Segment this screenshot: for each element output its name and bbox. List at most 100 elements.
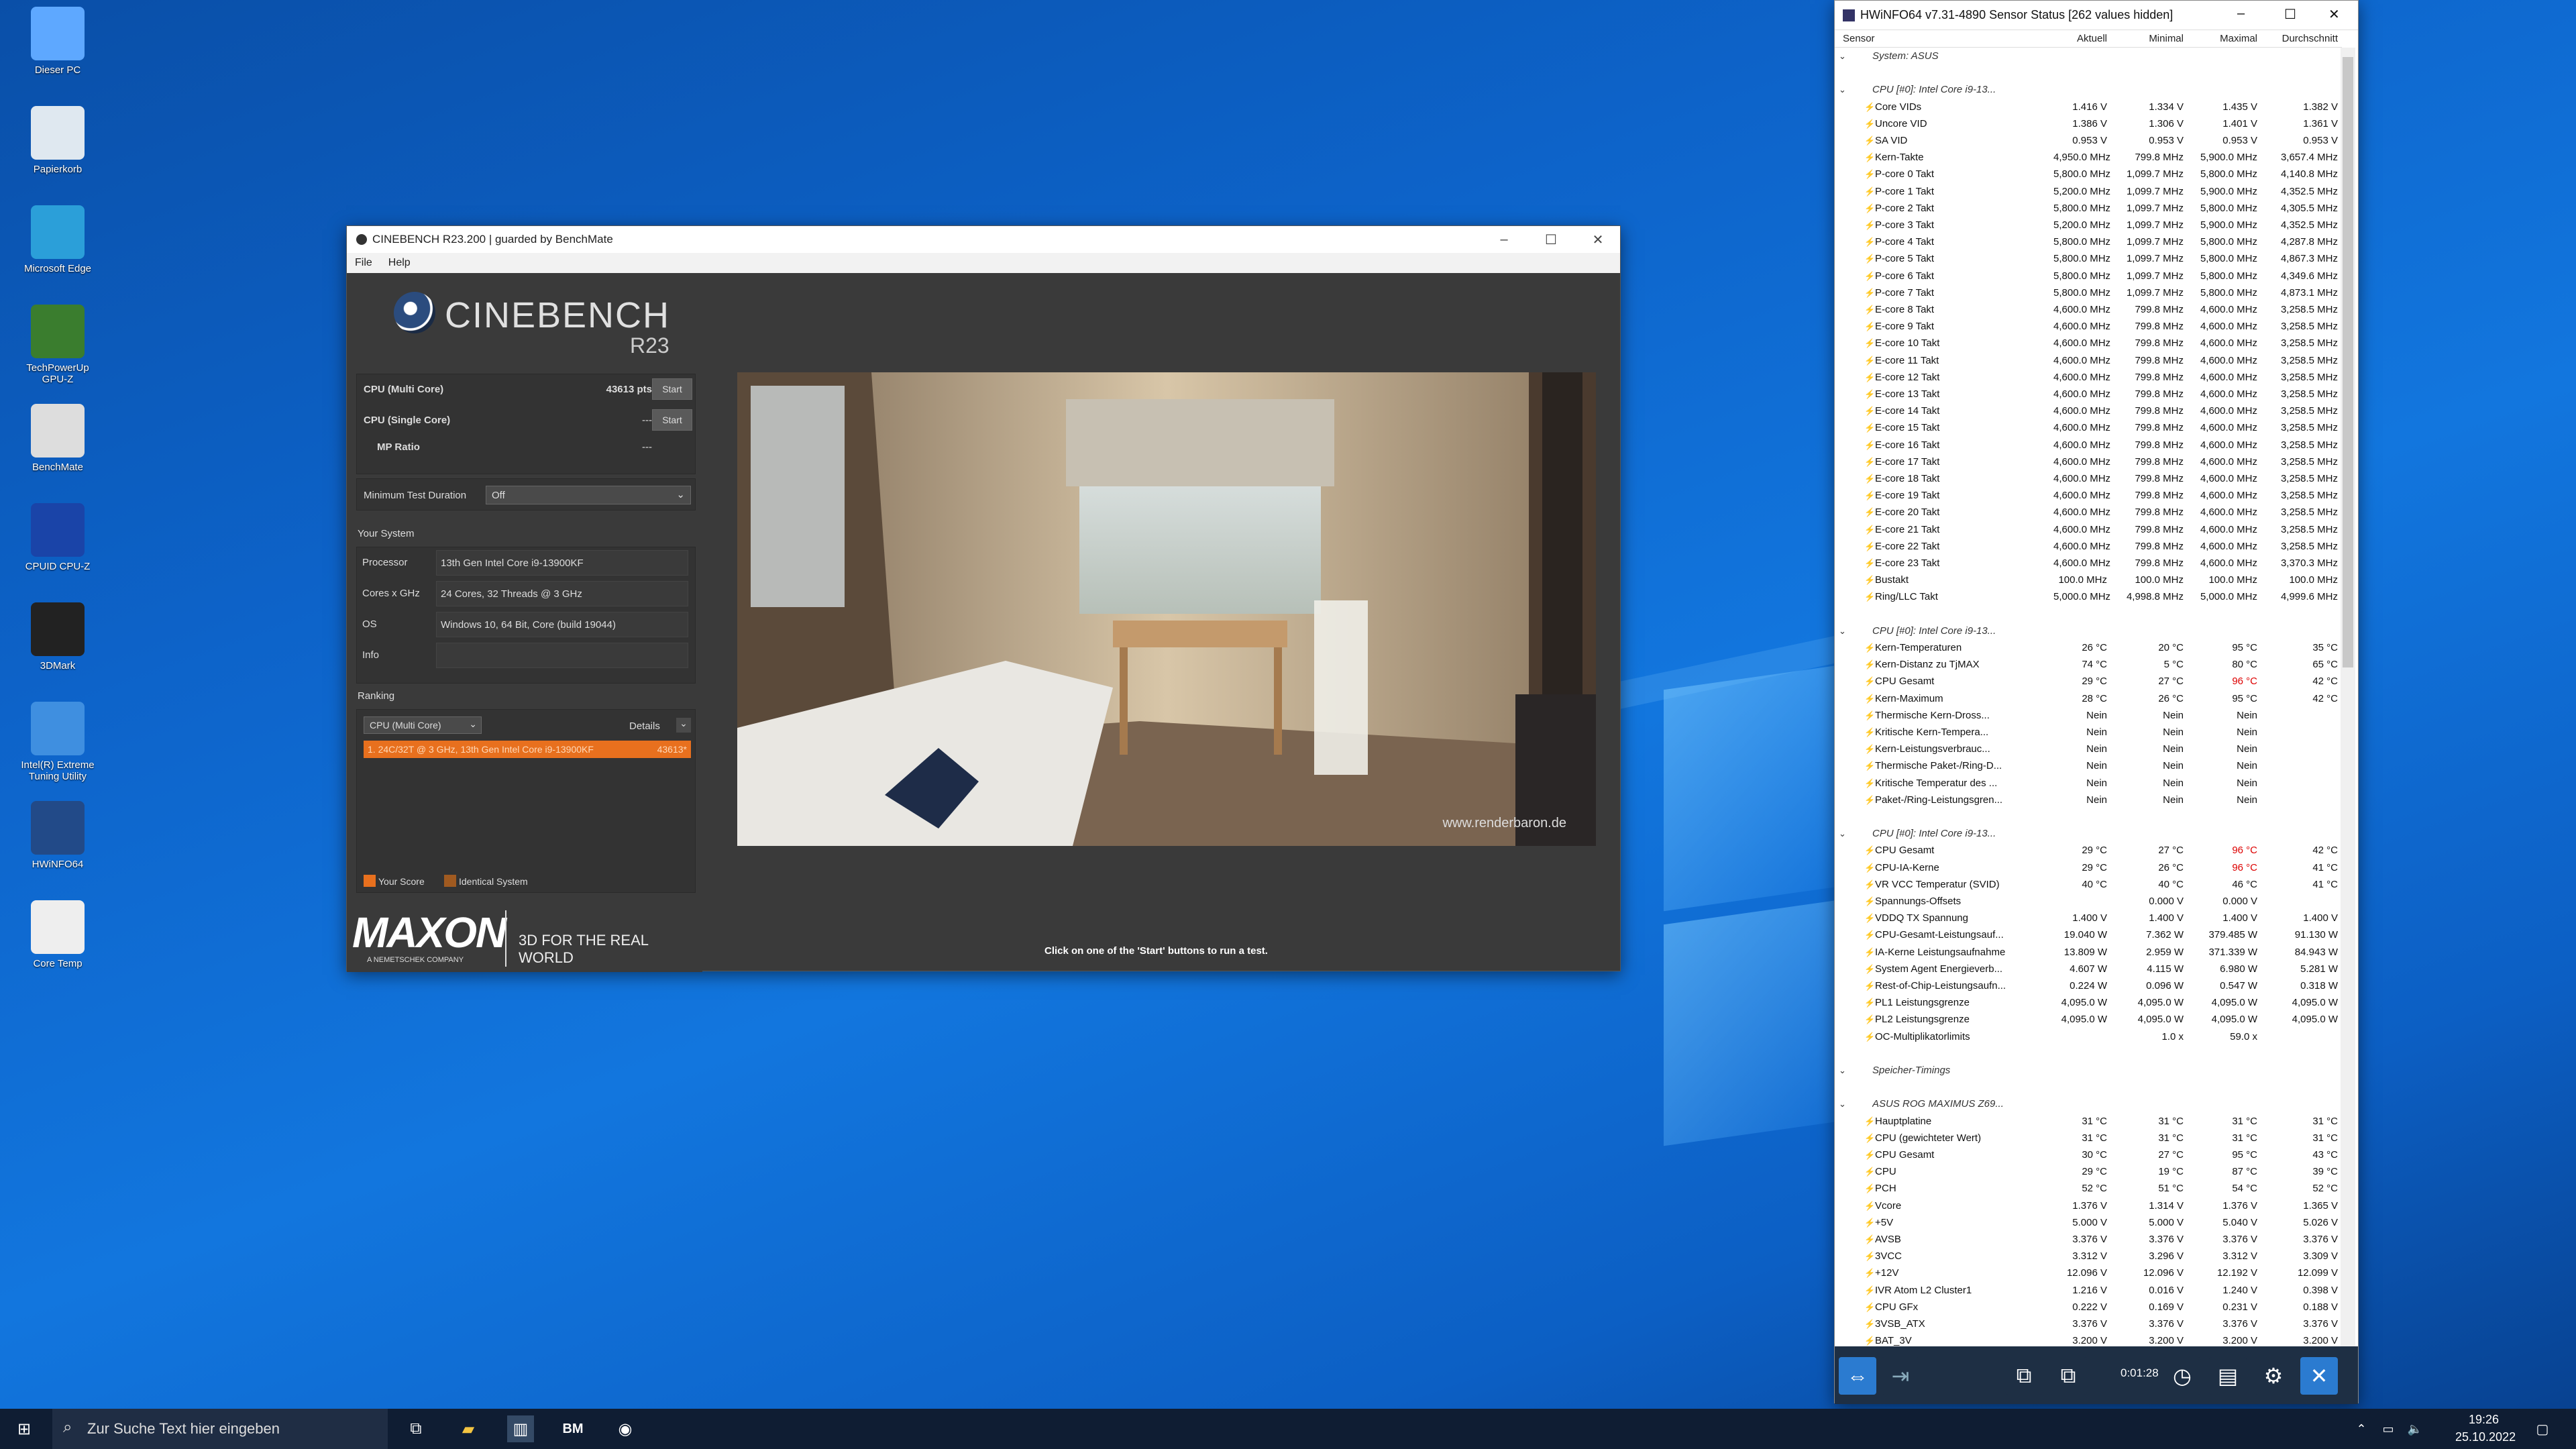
clock-time[interactable]: 19:26 <box>2469 1413 2499 1427</box>
sensor-row[interactable]: ⚡ AVSB 3.376 V 3.376 V 3.376 V 3.376 V <box>1835 1231 2342 1248</box>
sensor-row[interactable]: ⚡ E-core 22 Takt 4,600.0 MHz 799.8 MHz 4,600… <box>1835 538 2342 555</box>
desktop-icon[interactable]: Papierkorb <box>13 106 102 175</box>
system-value[interactable] <box>436 643 688 668</box>
sensor-row[interactable]: ⚡ VR VCC Temperatur (SVID) 40 °C 40 °C 46 °C… <box>1835 876 2342 893</box>
search-box[interactable]: ⌕ Zur Suche Text hier eingeben <box>52 1409 388 1449</box>
sensor-row[interactable]: ⚡ 3VSB_ATX 3.376 V 3.376 V 3.376 V 3.376 V <box>1835 1316 2342 1332</box>
hwinfo-titlebar[interactable]: HWiNFO64 v7.31-4890 Sensor Status [262 v… <box>1835 1 2358 30</box>
sensor-row[interactable]: ⚡ Vcore 1.376 V 1.314 V 1.376 V 1.365 V <box>1835 1197 2342 1214</box>
ranking-select[interactable]: CPU (Multi Core) ⌄ <box>364 716 482 734</box>
expand-chevron-icon[interactable]: ⌄ <box>1839 1095 1846 1112</box>
col-sensor[interactable]: Sensor <box>1843 33 1875 44</box>
sensor-row[interactable]: ⚡ E-core 12 Takt 4,600.0 MHz 799.8 MHz 4,600… <box>1835 369 2342 386</box>
sensor-row[interactable]: ⚡ P-core 0 Takt 5,800.0 MHz 1,099.7 MHz 5,80… <box>1835 166 2342 182</box>
sensor-row[interactable]: ⚡ IVR Atom L2 Cluster1 1.216 V 0.016 V 1.240… <box>1835 1282 2342 1299</box>
sensor-row[interactable]: ⚡ E-core 11 Takt 4,600.0 MHz 799.8 MHz 4,600… <box>1835 352 2342 369</box>
arrow-collapse-icon[interactable]: ⇥ <box>1882 1357 1919 1395</box>
sensor-row[interactable]: ⚡ CPU-Gesamt-Leistungsauf... 19.040 W 7.362… <box>1835 926 2342 943</box>
sensor-group[interactable]: ⌄ System: ASUS <box>1835 48 2342 64</box>
scrollbar-thumb[interactable] <box>2343 57 2353 667</box>
sensor-group[interactable]: ⌄ CPU [#0]: Intel Core i9-13... <box>1835 623 2342 639</box>
sensor-row[interactable]: ⚡ Spannungs-Offsets 0.000 V 0.000 V <box>1835 893 2342 910</box>
sensor-row[interactable]: ⚡ Kern-Maximum 28 °C 26 °C 95 °C 42 °C <box>1835 690 2342 707</box>
sensor-row[interactable]: ⚡ E-core 13 Takt 4,600.0 MHz 799.8 MHz 4,600… <box>1835 386 2342 402</box>
sensor-row[interactable]: ⚡ E-core 14 Takt 4,600.0 MHz 799.8 MHz 4,600… <box>1835 402 2342 419</box>
volume-icon[interactable]: 🔈 <box>2402 1415 2428 1442</box>
expand-chevron-icon[interactable]: ⌄ <box>1839 623 1846 639</box>
expand-chevron-icon[interactable]: ⌄ <box>1839 1062 1846 1079</box>
sensor-row[interactable]: ⚡ CPU Gesamt 30 °C 27 °C 95 °C 43 °C <box>1835 1146 2342 1163</box>
sensor-row[interactable]: ⚡ P-core 3 Takt 5,200.0 MHz 1,099.7 MHz 5,90… <box>1835 217 2342 233</box>
sensor-row[interactable]: ⚡ E-core 17 Takt 4,600.0 MHz 799.8 MHz 4,600… <box>1835 453 2342 470</box>
report-icon[interactable]: ▤ <box>2209 1357 2247 1395</box>
sensor-row[interactable]: ⚡ SA VID 0.953 V 0.953 V 0.953 V 0.953 V <box>1835 132 2342 149</box>
multi-window-icon[interactable]: ⧉ <box>2049 1357 2087 1395</box>
network-icon[interactable]: ⧉ <box>2005 1357 2043 1395</box>
sensor-row[interactable]: ⚡ Kern-Temperaturen 26 °C 20 °C 95 °C 35 °C <box>1835 639 2342 656</box>
scrollbar[interactable] <box>2341 48 2355 1346</box>
sensor-row[interactable]: ⚡ IA-Kerne Leistungsaufnahme 13.809 W 2.959… <box>1835 944 2342 961</box>
cinebench-titlebar[interactable]: CINEBENCH R23.200 | guarded by BenchMate… <box>347 226 1620 253</box>
start-multi-button[interactable]: Start <box>652 378 692 400</box>
desktop-icon[interactable]: Microsoft Edge <box>13 205 102 274</box>
menu-help[interactable]: Help <box>388 257 411 269</box>
sensor-row[interactable]: ⚡ E-core 15 Takt 4,600.0 MHz 799.8 MHz 4,600… <box>1835 419 2342 436</box>
hwinfo-taskbar-icon[interactable]: ▥ <box>507 1415 534 1442</box>
sensor-row[interactable]: ⚡ E-core 18 Takt 4,600.0 MHz 799.8 MHz 4,600… <box>1835 470 2342 487</box>
col-avg[interactable]: Durchschnitt <box>2261 33 2338 44</box>
sensor-row[interactable]: ⚡ Kern-Takte 4,950.0 MHz 799.8 MHz 5,900.0 M… <box>1835 149 2342 166</box>
desktop-icon[interactable]: 3DMark <box>13 602 102 672</box>
sensor-row[interactable]: ⚡ 3VCC 3.312 V 3.296 V 3.312 V 3.309 V <box>1835 1248 2342 1265</box>
notification-icon[interactable]: ▢ <box>2529 1415 2556 1442</box>
sensor-row[interactable]: ⚡ E-core 21 Takt 4,600.0 MHz 799.8 MHz 4,600… <box>1835 521 2342 538</box>
sensor-row[interactable]: ⚡ E-core 20 Takt 4,600.0 MHz 799.8 MHz 4,600… <box>1835 504 2342 521</box>
sensor-group[interactable]: ⌄ Speicher-Timings <box>1835 1062 2342 1079</box>
details-label[interactable]: Details <box>629 720 660 732</box>
sensor-row[interactable]: ⚡ Hauptplatine 31 °C 31 °C 31 °C 31 °C <box>1835 1113 2342 1130</box>
sensor-row[interactable]: ⚡ P-core 7 Takt 5,800.0 MHz 1,099.7 MHz 5,80… <box>1835 284 2342 301</box>
menu-file[interactable]: File <box>355 257 372 269</box>
sensor-row[interactable]: ⚡ PL2 Leistungsgrenze 4,095.0 W 4,095.0 W 4,… <box>1835 1011 2342 1028</box>
desktop-icon[interactable]: BenchMate <box>13 404 102 473</box>
desktop-icon[interactable]: Intel(R) Extreme Tuning Utility <box>13 702 102 782</box>
min-duration-select[interactable]: Off ⌄ <box>486 486 691 504</box>
desktop-icon[interactable]: Dieser PC <box>13 7 102 76</box>
expand-chevron-icon[interactable]: ⌄ <box>1839 48 1846 64</box>
sensor-row[interactable]: ⚡ E-core 23 Takt 4,600.0 MHz 799.8 MHz 4,600… <box>1835 555 2342 572</box>
col-current[interactable]: Aktuell <box>2053 33 2107 44</box>
sensor-row[interactable]: ⚡ Thermische Paket-/Ring-D... Nein Nein Nein <box>1835 757 2342 774</box>
sensor-row[interactable]: ⚡ CPU GFx 0.222 V 0.169 V 0.231 V 0.188 V <box>1835 1299 2342 1316</box>
close-icon[interactable]: ✕ <box>2300 1357 2338 1395</box>
sensor-row[interactable]: ⚡ P-core 5 Takt 5,800.0 MHz 1,099.7 MHz 5,80… <box>1835 250 2342 267</box>
sensor-row[interactable]: ⚡ PCH 52 °C 51 °C 54 °C 52 °C <box>1835 1180 2342 1197</box>
expand-chevron-icon[interactable]: ⌄ <box>1839 825 1846 842</box>
sensor-row[interactable]: ⚡ CPU Gesamt 29 °C 27 °C 96 °C 42 °C <box>1835 673 2342 690</box>
sensor-group[interactable]: ⌄ CPU [#0]: Intel Core i9-13... <box>1835 825 2342 842</box>
sensor-row[interactable]: ⚡ Paket-/Ring-Leistungsgren... Nein Nein Nei… <box>1835 792 2342 808</box>
minimize-button[interactable]: – <box>1481 226 1527 253</box>
close-button[interactable]: ✕ <box>1574 226 1621 253</box>
sensor-row[interactable]: ⚡ CPU Gesamt 29 °C 27 °C 96 °C 42 °C <box>1835 842 2342 859</box>
sensor-row[interactable]: ⚡ Thermische Kern-Dross... Nein Nein Nein <box>1835 707 2342 724</box>
sensor-row[interactable]: ⚡ +5V 5.000 V 5.000 V 5.040 V 5.026 V <box>1835 1214 2342 1231</box>
sensor-row[interactable]: ⚡ E-core 19 Takt 4,600.0 MHz 799.8 MHz 4,600… <box>1835 487 2342 504</box>
desktop-icon[interactable]: Core Temp <box>13 900 102 969</box>
start-single-button[interactable]: Start <box>652 409 692 431</box>
arrow-left-right-icon[interactable]: ⇔ <box>1839 1357 1876 1395</box>
sensor-row[interactable]: ⚡ CPU 29 °C 19 °C 87 °C 39 °C <box>1835 1163 2342 1180</box>
sensor-row[interactable]: ⚡ CPU-IA-Kerne 29 °C 26 °C 96 °C 41 °C <box>1835 859 2342 876</box>
expand-chevron-icon[interactable]: ⌄ <box>1839 81 1846 98</box>
task-view-icon[interactable]: ⧉ <box>402 1415 429 1442</box>
sensor-row[interactable]: ⚡ Ring/LLC Takt 5,000.0 MHz 4,998.8 MHz 5,00… <box>1835 588 2342 605</box>
rank-entry[interactable]: 1. 24C/32T @ 3 GHz, 13th Gen Intel Core … <box>364 741 691 758</box>
network-tray-icon[interactable]: ▭ <box>2375 1415 2402 1442</box>
close-button[interactable]: ✕ <box>2328 6 2340 23</box>
sensor-row[interactable]: ⚡ OC-Multiplikatorlimits 1.0 x 59.0 x <box>1835 1028 2342 1045</box>
sensor-row[interactable]: ⚡ E-core 16 Takt 4,600.0 MHz 799.8 MHz 4,600… <box>1835 437 2342 453</box>
details-chevron-icon[interactable]: ⌄ <box>676 718 691 733</box>
sensor-row[interactable]: ⚡ E-core 10 Takt 4,600.0 MHz 799.8 MHz 4,600… <box>1835 335 2342 352</box>
sensor-row[interactable]: ⚡ Kern-Leistungsverbrauc... Nein Nein Nein <box>1835 741 2342 757</box>
cinebench-taskbar-icon[interactable]: ◉ <box>612 1415 639 1442</box>
maximize-button[interactable]: ☐ <box>1527 226 1574 253</box>
sensor-row[interactable]: ⚡ VDDQ TX Spannung 1.400 V 1.400 V 1.400 V 1.… <box>1835 910 2342 926</box>
